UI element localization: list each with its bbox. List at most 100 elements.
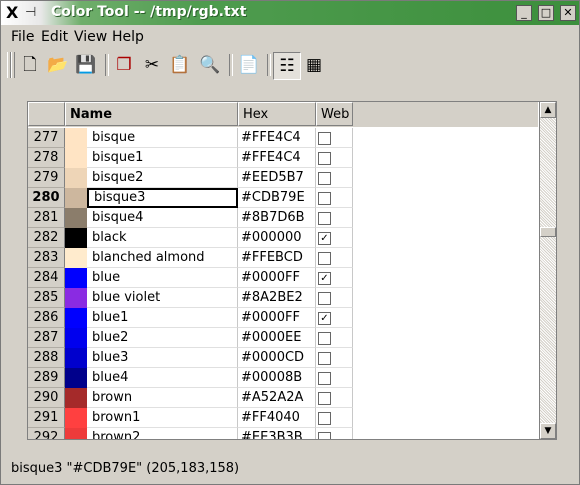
- table-row[interactable]: 278 bisque1 #FFE4C4: [28, 148, 538, 168]
- hex-cell[interactable]: #FFE4C4: [238, 128, 316, 148]
- web-safe-checkbox[interactable]: [318, 132, 331, 145]
- title-bar[interactable]: X ⊣ Color Tool -- /tmp/rgb.txt _ □ ✕: [1, 1, 579, 25]
- web-cell[interactable]: [316, 248, 353, 268]
- row-index[interactable]: 278: [28, 148, 65, 168]
- table-row[interactable]: 292 brown2 #EE3B3B: [28, 428, 538, 439]
- cut-icon[interactable]: ✂: [139, 52, 165, 78]
- color-name-cell[interactable]: blue1: [87, 308, 238, 328]
- hex-cell[interactable]: #0000FF: [238, 308, 316, 328]
- color-name-cell[interactable]: blue3: [87, 348, 238, 368]
- color-name-cell[interactable]: bisque3: [87, 188, 238, 208]
- row-index[interactable]: 285: [28, 288, 65, 308]
- row-index[interactable]: 283: [28, 248, 65, 268]
- properties-icon[interactable]: 📄: [236, 52, 262, 78]
- web-safe-checkbox[interactable]: [318, 332, 331, 345]
- row-index[interactable]: 279: [28, 168, 65, 188]
- table-row[interactable]: 283 blanched almond #FFEBCD: [28, 248, 538, 268]
- hex-cell[interactable]: #FFE4C4: [238, 148, 316, 168]
- hex-cell[interactable]: #0000FF: [238, 268, 316, 288]
- color-name-cell[interactable]: brown2: [87, 428, 238, 439]
- maximize-button[interactable]: □: [538, 5, 554, 21]
- table-row[interactable]: 277 bisque #FFE4C4: [28, 128, 538, 148]
- hex-column-header[interactable]: Hex: [238, 102, 316, 126]
- hex-cell[interactable]: #CDB79E: [238, 188, 316, 208]
- row-index[interactable]: 291: [28, 408, 65, 428]
- row-index[interactable]: 290: [28, 388, 65, 408]
- close-button[interactable]: ✕: [560, 5, 576, 21]
- table-row[interactable]: 285 blue violet #8A2BE2: [28, 288, 538, 308]
- web-cell[interactable]: [316, 328, 353, 348]
- color-name-cell[interactable]: black: [87, 228, 238, 248]
- color-name-cell[interactable]: bisque2: [87, 168, 238, 188]
- table-row[interactable]: 282 black #000000 ✓: [28, 228, 538, 248]
- paste-icon[interactable]: 📋: [167, 52, 193, 78]
- hex-cell[interactable]: #FFEBCD: [238, 248, 316, 268]
- web-cell[interactable]: ✓: [316, 308, 353, 328]
- row-index[interactable]: 282: [28, 228, 65, 248]
- toolbar-grip[interactable]: [11, 52, 15, 78]
- web-cell[interactable]: ✓: [316, 228, 353, 248]
- find-icon[interactable]: 🔍: [197, 52, 223, 78]
- table-row[interactable]: 284 blue #0000FF ✓: [28, 268, 538, 288]
- color-name-cell[interactable]: brown1: [87, 408, 238, 428]
- row-index[interactable]: 280: [28, 188, 65, 208]
- web-cell[interactable]: [316, 288, 353, 308]
- web-safe-checkbox[interactable]: [318, 352, 331, 365]
- hex-cell[interactable]: #00008B: [238, 368, 316, 388]
- web-safe-checkbox[interactable]: [318, 412, 331, 425]
- vertical-scrollbar[interactable]: ▲ ▼: [539, 102, 556, 439]
- table-row[interactable]: 288 blue3 #0000CD: [28, 348, 538, 368]
- web-safe-checkbox[interactable]: [318, 372, 331, 385]
- web-safe-checkbox[interactable]: [318, 432, 331, 439]
- row-index[interactable]: 277: [28, 128, 65, 148]
- table-row[interactable]: 289 blue4 #00008B: [28, 368, 538, 388]
- web-column-header[interactable]: Web: [316, 102, 353, 126]
- color-name-cell[interactable]: blue2: [87, 328, 238, 348]
- hex-cell[interactable]: #000000: [238, 228, 316, 248]
- color-name-cell[interactable]: blue violet: [87, 288, 238, 308]
- list-view-icon[interactable]: ☷: [273, 52, 301, 80]
- table-row[interactable]: 281 bisque4 #8B7D6B: [28, 208, 538, 228]
- web-safe-checkbox[interactable]: [318, 212, 331, 225]
- web-safe-checkbox[interactable]: [318, 192, 331, 205]
- row-index[interactable]: 286: [28, 308, 65, 328]
- row-index[interactable]: 281: [28, 208, 65, 228]
- menu-edit[interactable]: Edit: [41, 29, 68, 45]
- hex-cell[interactable]: #A52A2A: [238, 388, 316, 408]
- web-safe-checkbox[interactable]: ✓: [318, 272, 331, 285]
- scroll-up-icon[interactable]: ▲: [540, 102, 556, 118]
- web-cell[interactable]: [316, 368, 353, 388]
- table-row[interactable]: 286 blue1 #0000FF ✓: [28, 308, 538, 328]
- web-cell[interactable]: [316, 408, 353, 428]
- corner-header[interactable]: [28, 102, 65, 126]
- color-name-cell[interactable]: blue4: [87, 368, 238, 388]
- menu-file[interactable]: File: [11, 29, 34, 45]
- web-safe-checkbox[interactable]: [318, 172, 331, 185]
- hex-cell[interactable]: #8B7D6B: [238, 208, 316, 228]
- web-safe-checkbox[interactable]: [318, 392, 331, 405]
- row-index[interactable]: 288: [28, 348, 65, 368]
- table-row[interactable]: 291 brown1 #FF4040: [28, 408, 538, 428]
- web-safe-checkbox[interactable]: ✓: [318, 232, 331, 245]
- web-safe-checkbox[interactable]: [318, 152, 331, 165]
- hex-cell[interactable]: #0000EE: [238, 328, 316, 348]
- web-cell[interactable]: [316, 148, 353, 168]
- pin-icon[interactable]: ⊣: [25, 5, 36, 20]
- web-cell[interactable]: [316, 348, 353, 368]
- web-cell[interactable]: ✓: [316, 268, 353, 288]
- save-icon[interactable]: 💾: [73, 52, 99, 78]
- color-name-cell[interactable]: blue: [87, 268, 238, 288]
- color-name-cell[interactable]: brown: [87, 388, 238, 408]
- color-table[interactable]: Name Hex Web 277 bisque #FFE4C4 278 bisque1 #…: [27, 101, 557, 440]
- table-row[interactable]: 280 bisque3 #CDB79E: [28, 188, 538, 208]
- hex-cell[interactable]: #EE3B3B: [238, 428, 316, 439]
- scroll-thumb[interactable]: [540, 227, 556, 237]
- copy-color-icon[interactable]: ❐: [111, 52, 137, 78]
- minimize-button[interactable]: _: [516, 5, 532, 21]
- table-row[interactable]: 290 brown #A52A2A: [28, 388, 538, 408]
- hex-cell[interactable]: #EED5B7: [238, 168, 316, 188]
- row-index[interactable]: 289: [28, 368, 65, 388]
- open-icon[interactable]: 📂: [45, 52, 71, 78]
- web-cell[interactable]: [316, 208, 353, 228]
- web-cell[interactable]: [316, 128, 353, 148]
